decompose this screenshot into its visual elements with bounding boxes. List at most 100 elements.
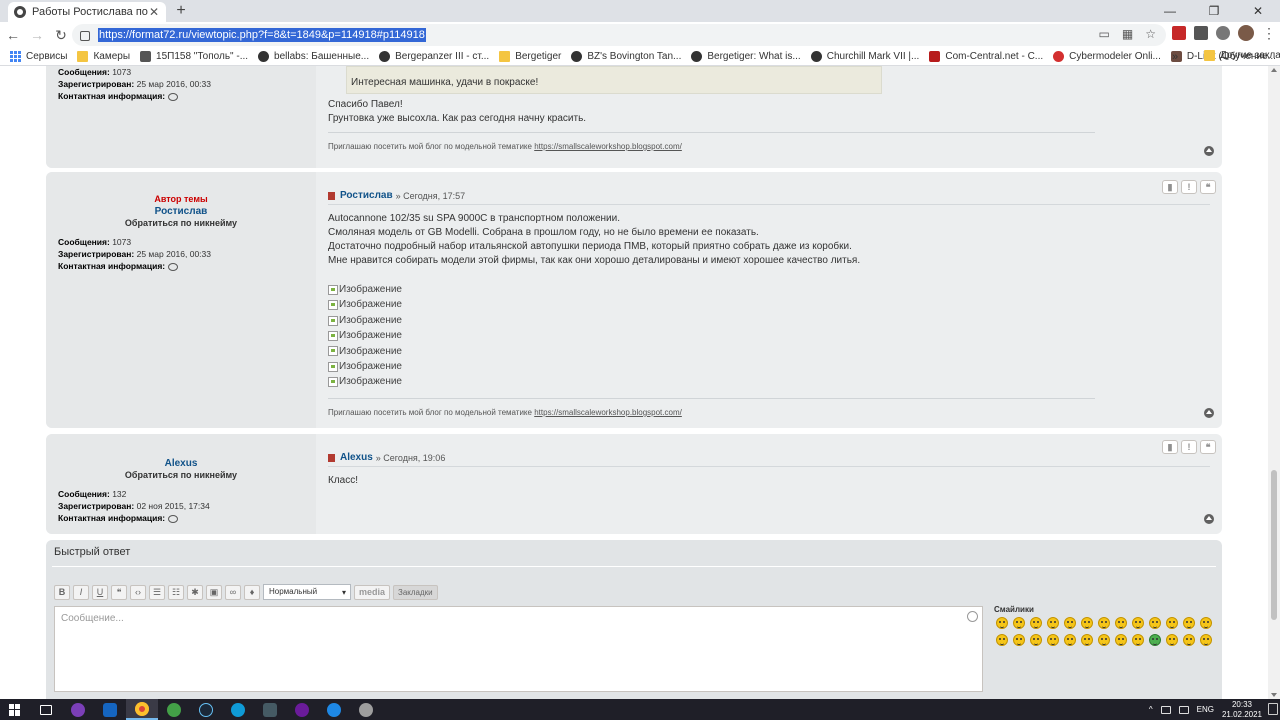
smiley-icon[interactable] (1098, 617, 1110, 629)
smiley-icon[interactable] (1115, 634, 1127, 646)
smiley-icon[interactable] (996, 634, 1008, 646)
scroll-down-icon[interactable] (1271, 693, 1277, 697)
post-author[interactable]: Alexus (340, 452, 373, 463)
contact-chat-icon[interactable] (168, 92, 179, 101)
smiley-icon[interactable] (1183, 634, 1195, 646)
smiley-icon[interactable] (1081, 634, 1093, 646)
bookmark-item[interactable]: Bergepanzer III - ст... (379, 51, 489, 62)
code-button[interactable]: ‹› (130, 584, 146, 600)
volume-icon[interactable] (1178, 705, 1189, 714)
numbered-list-button[interactable]: ☷ (168, 584, 184, 600)
reload-icon[interactable]: ↻ (50, 24, 72, 46)
smiley-icon[interactable] (1064, 617, 1076, 629)
minimize-button[interactable]: — (1148, 0, 1192, 22)
emoji-picker-icon[interactable] (967, 611, 978, 622)
browser-menu-icon[interactable]: ⋮ (1262, 26, 1276, 40)
smiley-icon[interactable] (1166, 617, 1178, 629)
smiley-icon[interactable] (1013, 617, 1025, 629)
contact-chat-icon[interactable] (168, 514, 179, 523)
smiley-icon[interactable] (1149, 617, 1161, 629)
image-button[interactable]: ▣ (206, 584, 222, 600)
message-textarea[interactable]: Сообщение... (54, 606, 983, 692)
tray-chevron-icon[interactable]: ^ (1149, 705, 1153, 714)
forward-arrow-icon[interactable]: → (26, 24, 48, 46)
app-blue-icon[interactable] (94, 699, 126, 720)
network-icon[interactable] (1160, 705, 1171, 714)
smiley-icon[interactable] (1081, 617, 1093, 629)
blog-link[interactable]: https://smallscaleworkshop.blogspot.com/ (534, 142, 682, 151)
bookmark-item[interactable]: bellabs: Башенные... (258, 51, 369, 62)
extension-icon[interactable] (1194, 26, 1208, 40)
smiley-icon[interactable] (1166, 634, 1178, 646)
post-image[interactable]: Изображение (328, 359, 1210, 374)
smiley-icon[interactable] (1183, 617, 1195, 629)
mention-by-nickname[interactable]: Обратиться по никнейму (46, 470, 316, 480)
smiley-icon[interactable] (1047, 634, 1059, 646)
quote-button[interactable]: ❝ (111, 584, 127, 600)
bookmark-item[interactable]: BZ's Bovington Tan... (571, 51, 681, 62)
smiley-icon[interactable] (1200, 617, 1212, 629)
smiley-icon[interactable] (1047, 617, 1059, 629)
bookmark-services[interactable]: Сервисы (10, 51, 67, 62)
profile-username[interactable]: Alexus (46, 458, 316, 469)
bookmark-item[interactable]: Cybermodeler Onli... (1053, 51, 1161, 62)
list-item-button[interactable]: ✱ (187, 584, 203, 600)
page-scrollbar[interactable] (1268, 66, 1280, 699)
clock[interactable]: 20:33 21.02.2021 (1222, 700, 1262, 720)
ie-icon[interactable] (318, 699, 350, 720)
browser-tab[interactable]: Работы Ростислава по теме ПМВ ✕ (8, 2, 166, 22)
bookmark-folder-bergetiger[interactable]: Bergetiger (499, 51, 561, 62)
smiley-icon[interactable] (1200, 634, 1212, 646)
scroll-up-icon[interactable] (1271, 68, 1277, 72)
blog-link[interactable]: https://smallscaleworkshop.blogspot.com/ (534, 408, 682, 417)
smiley-icon[interactable] (1064, 634, 1076, 646)
close-window-button[interactable]: ✕ (1236, 0, 1280, 22)
post-image[interactable]: Изображение (328, 297, 1210, 312)
mention-by-nickname[interactable]: Обратиться по никнейму (46, 218, 316, 228)
chrome-icon[interactable] (126, 699, 158, 720)
bookmark-item[interactable]: Churchill Mark VII |... (810, 51, 919, 62)
puzzle-extensions-icon[interactable] (1216, 26, 1230, 40)
app-gear-icon[interactable] (350, 699, 382, 720)
bookmarks-button[interactable]: Закладки (393, 584, 438, 600)
contact-chat-icon[interactable] (168, 262, 179, 271)
qr-code-icon[interactable]: ▦ (1122, 27, 1133, 41)
back-arrow-icon[interactable]: ← (2, 24, 24, 46)
smiley-icon[interactable] (1132, 617, 1144, 629)
link-button[interactable]: ∞ (225, 584, 241, 600)
post-image[interactable]: Изображение (328, 313, 1210, 328)
italic-button[interactable]: I (73, 584, 89, 600)
other-bookmarks-folder[interactable]: Другие закладки (1204, 50, 1280, 61)
bookmarks-overflow-button[interactable]: » (1172, 51, 1178, 63)
post-author[interactable]: Ростислав (340, 190, 393, 201)
profile-avatar[interactable] (1238, 25, 1254, 41)
back-to-top-icon[interactable] (1204, 146, 1214, 156)
post-image[interactable]: Изображение (328, 328, 1210, 343)
smiley-icon[interactable] (1115, 617, 1127, 629)
extension-mail-icon[interactable] (1172, 26, 1186, 40)
font-size-select[interactable]: Нормальный ▾ (263, 584, 351, 600)
app-purple2-icon[interactable] (286, 699, 318, 720)
scrollbar-thumb[interactable] (1271, 470, 1277, 620)
url-text[interactable]: https://format72.ru/viewtopic.php?f=8&t=… (98, 28, 426, 42)
notifications-icon[interactable] (1268, 703, 1278, 715)
bookmark-folder-cameras[interactable]: Камеры (77, 51, 130, 62)
smiley-icon[interactable] (1098, 634, 1110, 646)
bookmark-item[interactable]: 15П158 "Тополь" -... (140, 51, 248, 62)
back-to-top-icon[interactable] (1204, 408, 1214, 418)
tab-close-icon[interactable]: ✕ (148, 5, 160, 19)
bookmark-item[interactable]: Com-Central.net - C... (929, 51, 1043, 62)
smiley-icon[interactable] (1030, 634, 1042, 646)
cast-icon[interactable]: ▭ (1099, 27, 1110, 41)
post-image[interactable]: Изображение (328, 344, 1210, 359)
smiley-icon[interactable] (1149, 634, 1161, 646)
post-image[interactable]: Изображение (328, 374, 1210, 389)
smiley-icon[interactable] (1132, 634, 1144, 646)
post-image[interactable]: Изображение (328, 282, 1210, 297)
calculator-icon[interactable] (254, 699, 286, 720)
app-green-icon[interactable] (158, 699, 190, 720)
back-to-top-icon[interactable] (1204, 514, 1214, 524)
list-button[interactable]: ☰ (149, 584, 165, 600)
media-button[interactable]: media (354, 584, 391, 600)
maximize-button[interactable]: ❐ (1192, 0, 1236, 22)
